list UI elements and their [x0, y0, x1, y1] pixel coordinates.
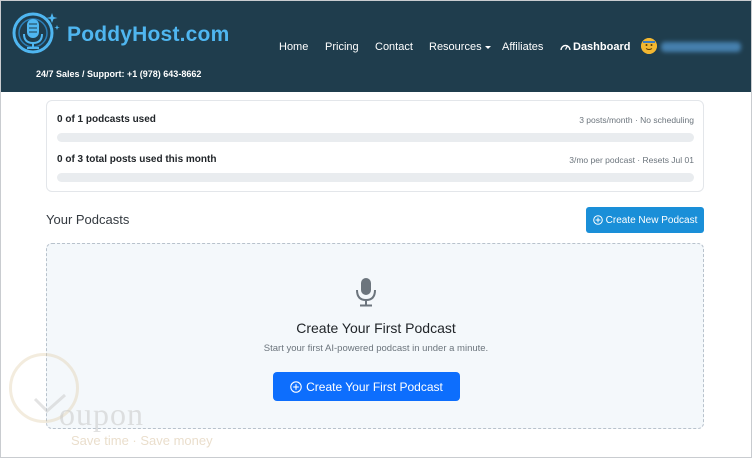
- app-frame: PoddyHost.com 24/7 Sales / Support: +1 (…: [0, 0, 752, 458]
- logo[interactable]: PoddyHost.com: [11, 7, 229, 59]
- nav-dashboard[interactable]: Dashboard: [560, 41, 630, 53]
- dashboard-gauge-icon: [560, 44, 571, 51]
- create-first-podcast-label: Create Your First Podcast: [306, 379, 443, 394]
- empty-state-subtitle: Start your first AI-powered podcast in u…: [263, 343, 489, 354]
- podcasts-progress-bar: [57, 133, 694, 142]
- logo-text: PoddyHost.com: [67, 23, 230, 46]
- nav-pricing[interactable]: Pricing: [325, 41, 359, 53]
- section-title: Your Podcasts: [46, 212, 130, 227]
- nav-resources-label: Resources: [429, 41, 482, 53]
- usage-card: 0 of 1 podcasts used 3 posts/month · No …: [46, 100, 704, 192]
- create-new-podcast-button[interactable]: Create New Podcast: [586, 207, 704, 233]
- microphone-logo-icon: [12, 12, 60, 54]
- plus-circle-icon: [592, 215, 603, 225]
- username-blurred[interactable]: [661, 42, 741, 52]
- avatar-face-icon: [641, 38, 657, 54]
- site-header: PoddyHost.com 24/7 Sales / Support: +1 (…: [1, 1, 751, 92]
- nav-contact[interactable]: Contact: [375, 41, 413, 53]
- nav-resources[interactable]: Resources: [429, 41, 491, 53]
- podcasts-usage-meta: 3 posts/month · No scheduling: [579, 115, 694, 125]
- chevron-down-icon: [484, 45, 491, 49]
- empty-state: Create Your First Podcast Start your fir…: [46, 243, 704, 429]
- create-first-podcast-button[interactable]: Create Your First Podcast: [273, 372, 460, 401]
- posts-progress-bar: [57, 173, 694, 182]
- nav-dashboard-label: Dashboard: [573, 41, 631, 53]
- nav-affiliates[interactable]: Affiliates: [502, 41, 543, 53]
- create-new-podcast-label: Create New Podcast: [605, 214, 698, 226]
- posts-usage-meta: 3/mo per podcast · Resets Jul 01: [569, 155, 694, 165]
- watermark-tagline: Save time · Save money: [71, 433, 213, 448]
- nav-home[interactable]: Home: [279, 41, 308, 53]
- empty-state-title: Create Your First Podcast: [296, 320, 456, 336]
- podcasts-usage-label: 0 of 1 podcasts used: [57, 114, 156, 125]
- avatar-icon[interactable]: [641, 38, 657, 54]
- microphone-icon: [356, 278, 376, 307]
- posts-usage-label: 0 of 3 total posts used this month: [57, 154, 217, 165]
- plus-circle-icon: [290, 380, 302, 393]
- support-phone: 24/7 Sales / Support: +1 (978) 643-8662: [36, 69, 202, 79]
